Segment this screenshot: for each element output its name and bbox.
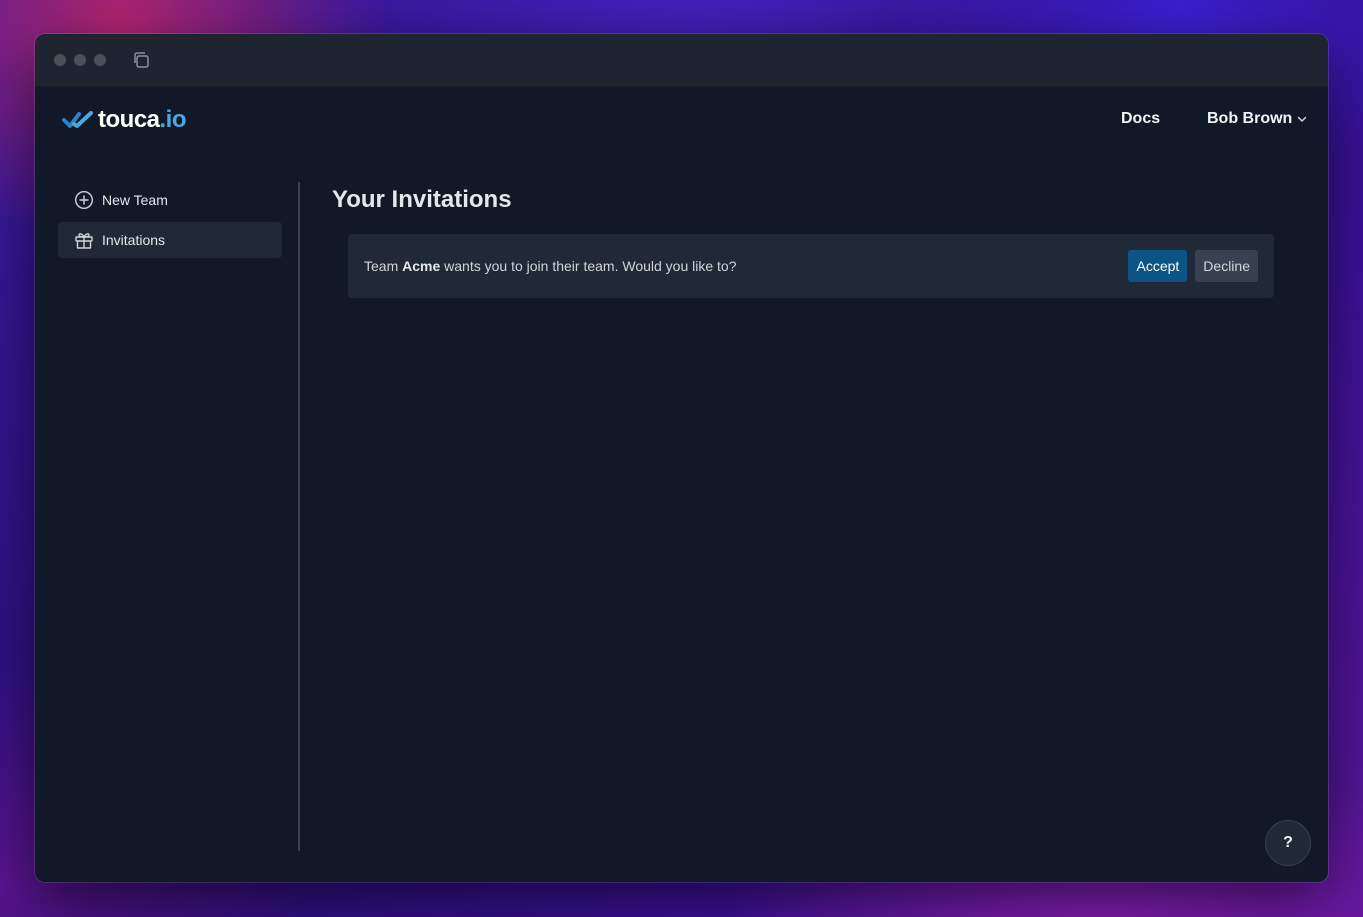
sidebar-item-label: Invitations: [102, 232, 166, 248]
logo-text: touca.io: [98, 106, 187, 133]
sidebar-item-invitations[interactable]: Invitations: [58, 222, 282, 258]
invitation-prefix: Team: [364, 258, 399, 274]
plus-circle-icon: [74, 190, 94, 210]
invitation-actions: Accept Decline: [1128, 250, 1258, 282]
invitation-message: Team Acme wants you to join their team. …: [364, 258, 737, 274]
logo-check-icon: [62, 111, 93, 128]
tab-overview-icon[interactable]: [131, 50, 151, 70]
minimize-window-button[interactable]: [74, 54, 86, 66]
docs-link[interactable]: Docs: [1121, 110, 1160, 128]
decline-button[interactable]: Decline: [1195, 250, 1258, 282]
zoom-window-button[interactable]: [94, 54, 106, 66]
sidebar-item-new-team[interactable]: New Team: [58, 182, 282, 218]
invitation-team-name: Acme: [402, 258, 441, 274]
app-window: touca.io Docs Bob Brown New Team Invitat…: [35, 34, 1328, 882]
sidebar-divider: [298, 182, 300, 851]
help-button[interactable]: ?: [1265, 820, 1311, 866]
close-window-button[interactable]: [54, 54, 66, 66]
sidebar: New Team Invitations: [58, 182, 282, 262]
page-title: Your Invitations: [332, 186, 512, 213]
window-titlebar: [35, 34, 1328, 87]
main-content: Your Invitations Team Acme wants you to …: [332, 182, 1276, 298]
user-name: Bob Brown: [1207, 110, 1293, 127]
invitation-card: Team Acme wants you to join their team. …: [348, 234, 1274, 298]
brand-logo[interactable]: touca.io: [62, 106, 187, 134]
chevron-down-icon: [1298, 116, 1307, 122]
accept-button[interactable]: Accept: [1128, 250, 1188, 282]
invitation-suffix: wants you to join their team. Would you …: [444, 258, 737, 274]
sidebar-item-label: New Team: [102, 192, 168, 208]
top-header: touca.io Docs Bob Brown: [35, 86, 1328, 156]
gift-icon: [75, 233, 93, 249]
user-menu[interactable]: Bob Brown: [1207, 110, 1308, 128]
